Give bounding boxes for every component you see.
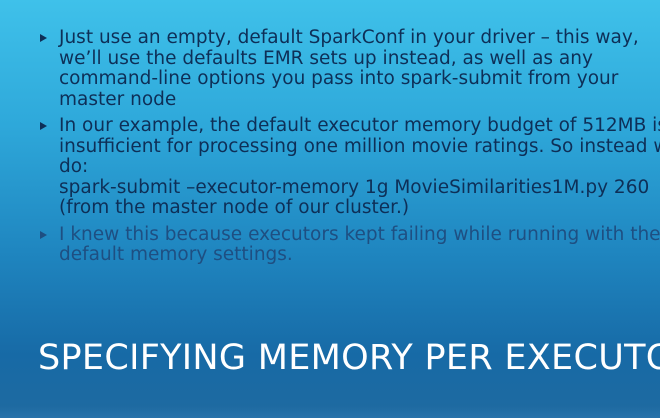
bullet-text-line: I knew this because executors kept faili… xyxy=(59,223,660,245)
command-text-line: spark-submit –executor-memory 1g MovieSi… xyxy=(59,176,650,198)
bullet-text-line: Just use an empty, default SparkConf in … xyxy=(59,27,639,48)
triangle-bullet-icon xyxy=(40,34,47,42)
bullet-text-line: default memory settings. xyxy=(59,244,293,265)
bullet-item: I knew this because executors kept faili… xyxy=(38,223,660,266)
triangle-bullet-icon xyxy=(40,122,47,130)
bullet-text-line: In our example, the default executor mem… xyxy=(59,115,660,136)
bullet-text-line: insufficient for processing one million … xyxy=(59,135,660,157)
triangle-bullet-icon xyxy=(40,230,47,239)
bottom-band xyxy=(0,406,660,418)
slide: Just use an empty, default SparkConf in … xyxy=(0,0,660,418)
bullet-text-line: do: xyxy=(59,156,89,177)
bullet-text-line: master node xyxy=(59,88,177,110)
bullet-text-line: we’ll use the defaults EMR sets up inste… xyxy=(59,47,593,69)
bullet-text-line: command-line options you pass into spark… xyxy=(59,68,619,89)
bullet-item: In our example, the default executor mem… xyxy=(38,115,660,219)
slide-title: SPECIFYING MEMORY PER EXECUTOR xyxy=(38,338,660,378)
bullet-text-line: (from the master node of our cluster.) xyxy=(59,197,410,218)
bullet-list: Just use an empty, default SparkConf in … xyxy=(38,27,660,272)
bullet-item: Just use an empty, default SparkConf in … xyxy=(38,27,660,110)
